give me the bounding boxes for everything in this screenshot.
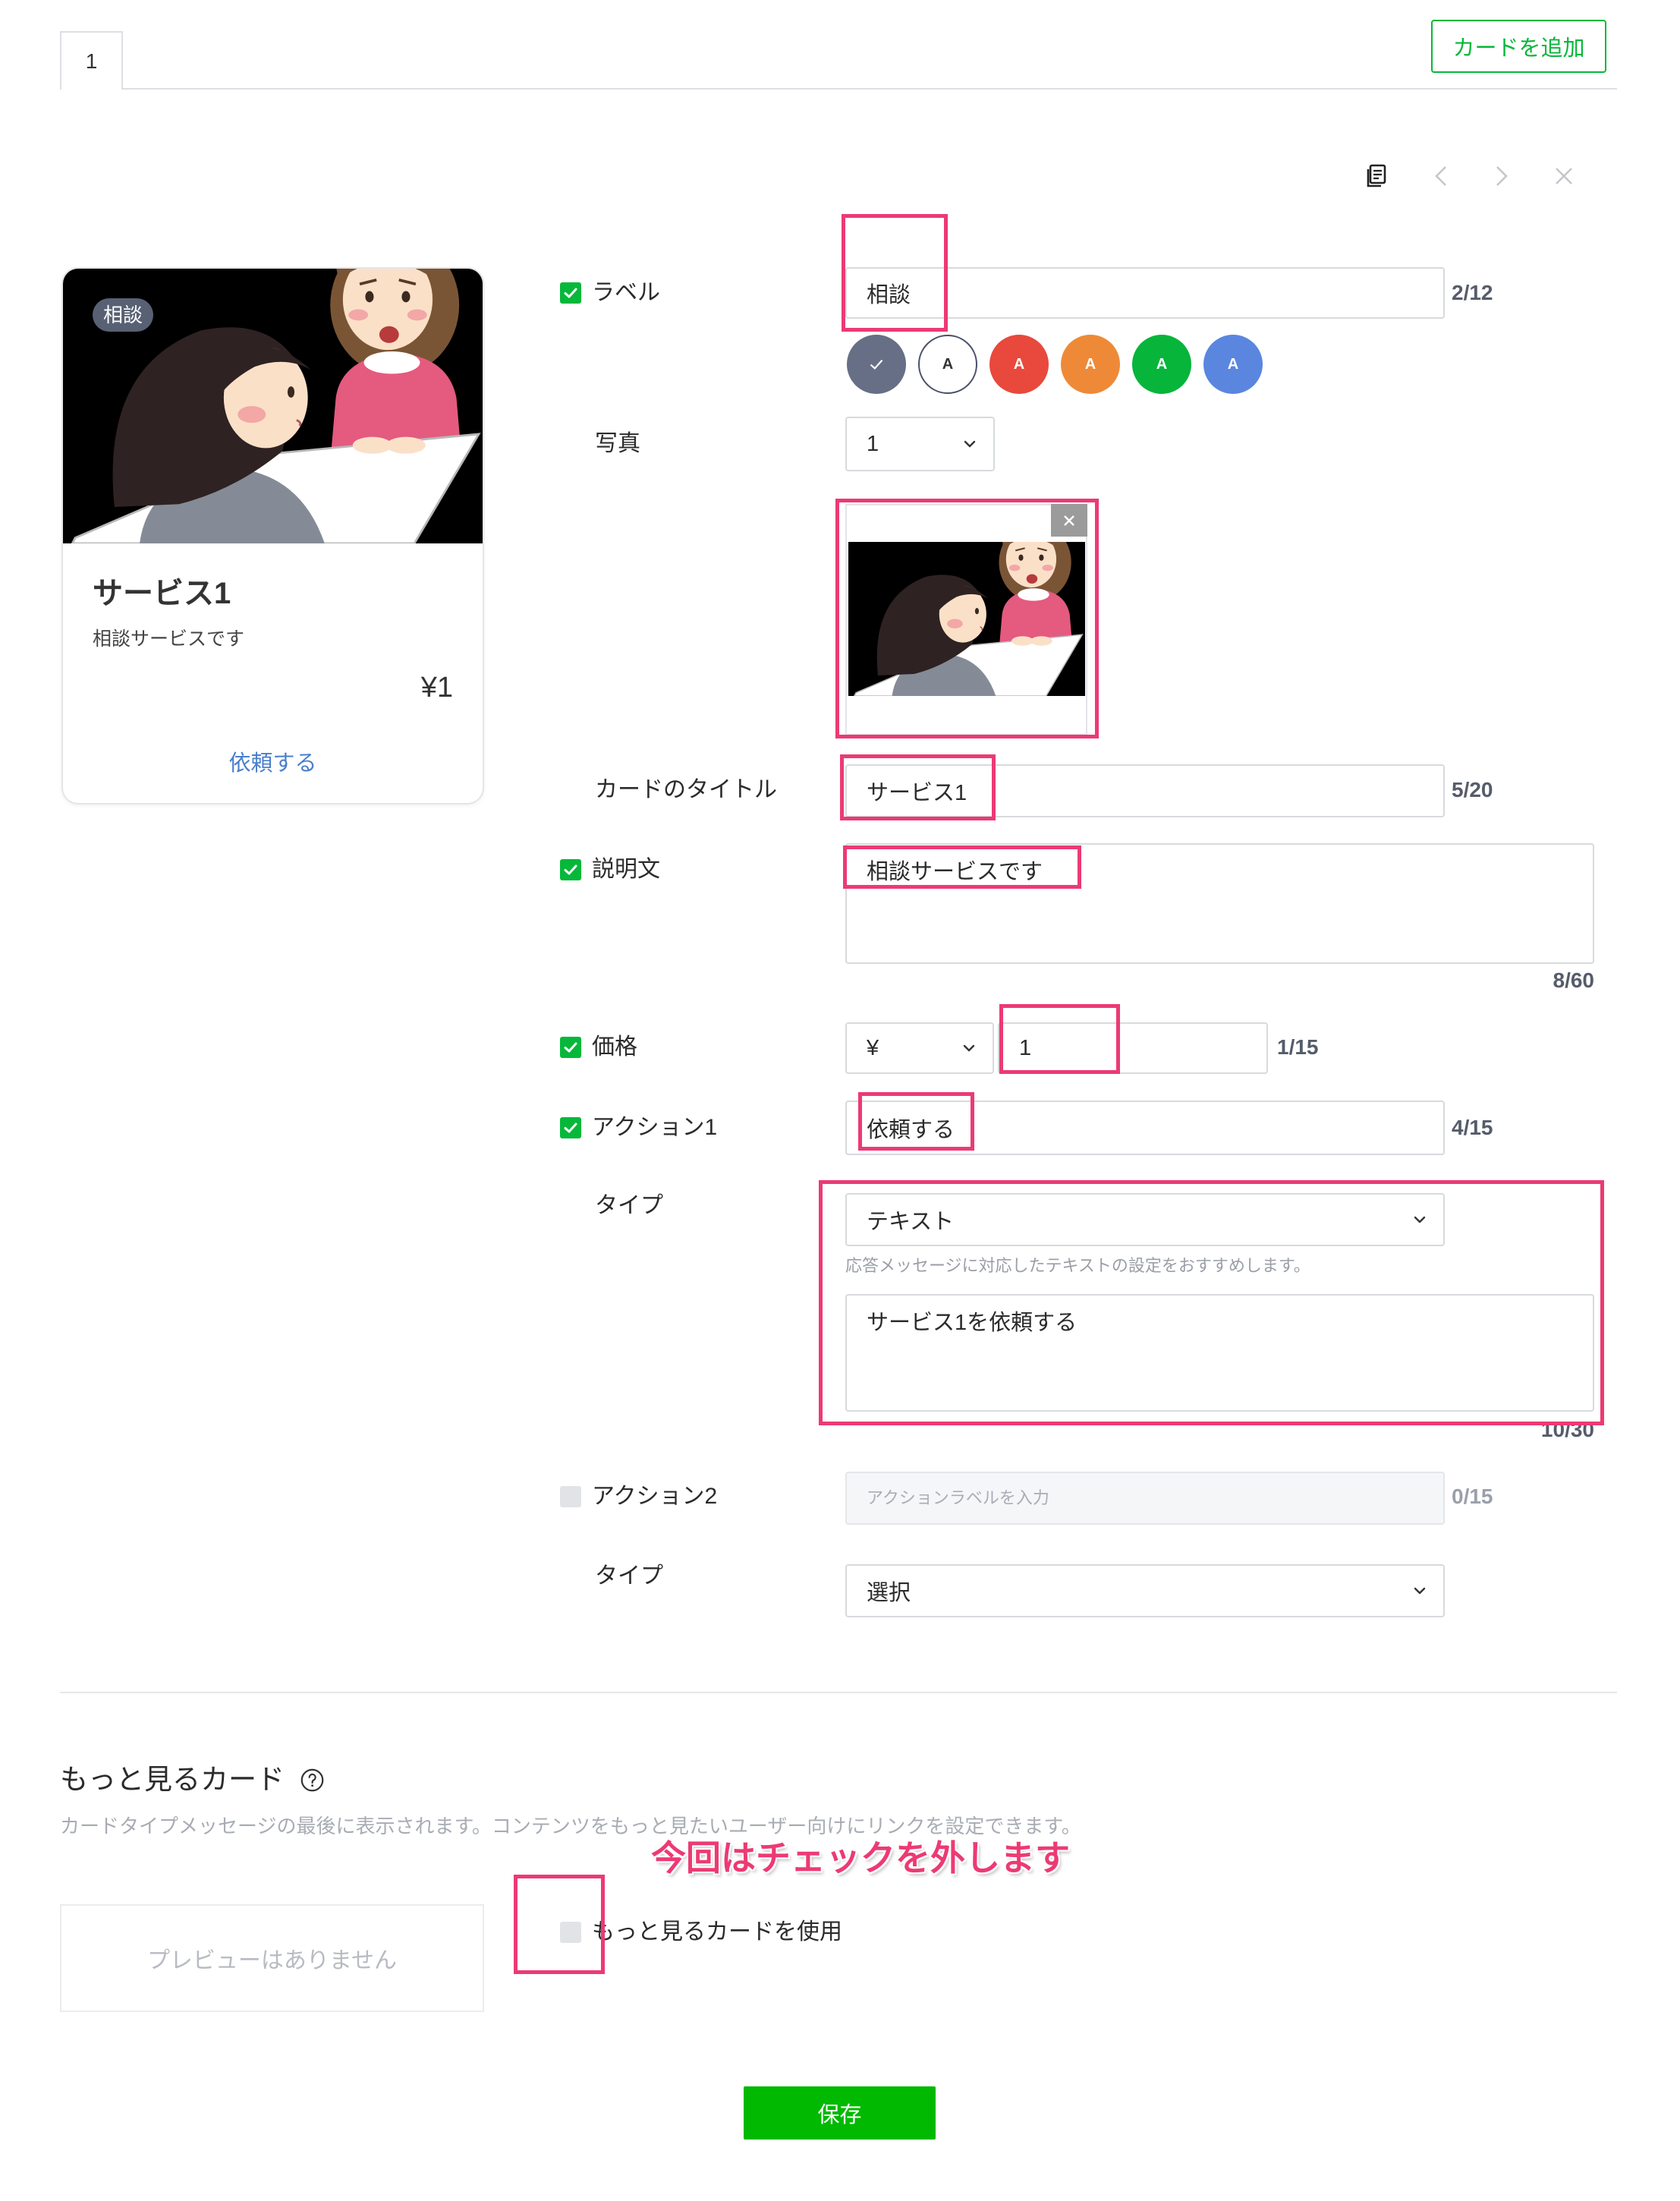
currency-select[interactable]: ¥ [845,1022,994,1074]
action1-type-value: テキスト [867,1210,955,1234]
annotation-highlight-more-card-checkbox [514,1875,605,1974]
price-checkbox[interactable] [560,1037,581,1058]
currency-value: ¥ [867,1035,879,1060]
action2-type-label: タイプ [595,1563,663,1589]
action1-char-counter: 4/15 [1452,1116,1493,1139]
action2-type-value: 選択 [867,1581,911,1605]
chevron-left-icon[interactable] [1427,161,1457,191]
chevron-down-icon [962,1044,976,1053]
label-char-counter: 2/12 [1452,281,1493,304]
price-input[interactable] [998,1022,1268,1074]
card-title-input[interactable] [845,764,1445,817]
card-title-char-counter: 5/20 [1452,778,1493,801]
remove-photo-button[interactable] [1051,504,1087,537]
add-card-button[interactable]: カードを追加 [1431,20,1606,73]
description-checkbox[interactable] [560,859,581,880]
card-preview: 相談 サービス1 相談サービスです ¥1 依頼する [61,267,484,805]
photo-upload-preview[interactable] [845,504,1087,735]
photo-field-label: 写真 [595,431,640,456]
action1-type-hint: 応答メッセージに対応したテキストの設定をおすすめします。 [845,1256,1310,1275]
photo-count-select[interactable]: 1 [845,417,995,471]
action1-type-select[interactable]: テキスト [845,1193,1445,1246]
close-icon [1064,515,1074,526]
use-more-card-checkbox[interactable] [560,1922,581,1943]
action2-type-select[interactable]: 選択 [845,1564,1445,1617]
label-color-swatch-white[interactable]: A [918,335,977,394]
price-field-label: 価格 [592,1034,637,1060]
card-preview-title: サービス1 [93,577,231,610]
check-icon [870,359,883,370]
action2-label-input[interactable] [845,1472,1445,1525]
close-icon[interactable] [1549,161,1579,191]
photo-thumbnail [848,542,1085,696]
action1-field-label: アクション1 [592,1115,718,1140]
description-textarea[interactable]: 相談サービスです [845,843,1594,964]
action1-text-textarea[interactable]: サービス1を依頼する [845,1294,1594,1412]
photo-count-value: 1 [867,431,879,456]
label-checkbox[interactable] [560,282,581,304]
tab-bar-divider [60,88,1617,90]
description-char-counter: 8/60 [1553,968,1595,992]
action1-label-input[interactable] [845,1100,1445,1155]
chevron-right-icon[interactable] [1486,161,1516,191]
more-card-preview-empty: プレビューはありません [60,1904,484,2012]
tab-card-1[interactable]: 1 [60,31,123,90]
card-preview-description: 相談サービスです [93,628,245,650]
card-title-field-label: カードのタイトル [595,777,777,802]
section-divider [60,1692,1617,1693]
label-field-label: ラベル [592,280,660,305]
chevron-down-icon [963,439,977,449]
action1-text-char-counter: 10/30 [1540,1418,1594,1441]
label-input[interactable] [845,267,1445,319]
action1-type-label: タイプ [595,1193,663,1218]
help-icon[interactable] [300,1768,325,1793]
action1-checkbox[interactable] [560,1117,581,1138]
more-card-preview-empty-text: プレビューはありません [146,1948,398,1973]
price-char-counter: 1/15 [1277,1035,1319,1059]
use-more-card-label[interactable]: もっと見るカードを使用 [592,1917,842,1948]
annotation-callout: 今回はチェックを外します [651,1838,1070,1878]
chevron-down-icon [1413,1586,1427,1595]
label-color-swatch-green[interactable]: A [1132,335,1191,394]
label-color-swatch-blue[interactable]: A [1203,335,1263,394]
card-preview-price: ¥1 [420,672,453,704]
label-color-swatch-selected[interactable] [847,335,906,394]
card-label-badge: 相談 [93,298,154,332]
copy-icon[interactable] [1361,161,1392,191]
more-card-heading: もっと見るカード [60,1764,285,1795]
action2-checkbox[interactable] [560,1486,581,1507]
save-button[interactable]: 保存 [744,2086,936,2140]
action2-field-label: アクション2 [592,1484,718,1509]
action2-char-counter: 0/15 [1452,1485,1493,1508]
card-preview-action-link[interactable]: 依頼する [63,750,483,777]
label-color-swatch-red[interactable]: A [989,335,1049,394]
chevron-down-icon [1413,1215,1427,1224]
label-color-swatch-orange[interactable]: A [1061,335,1120,394]
description-field-label: 説明文 [592,857,660,882]
